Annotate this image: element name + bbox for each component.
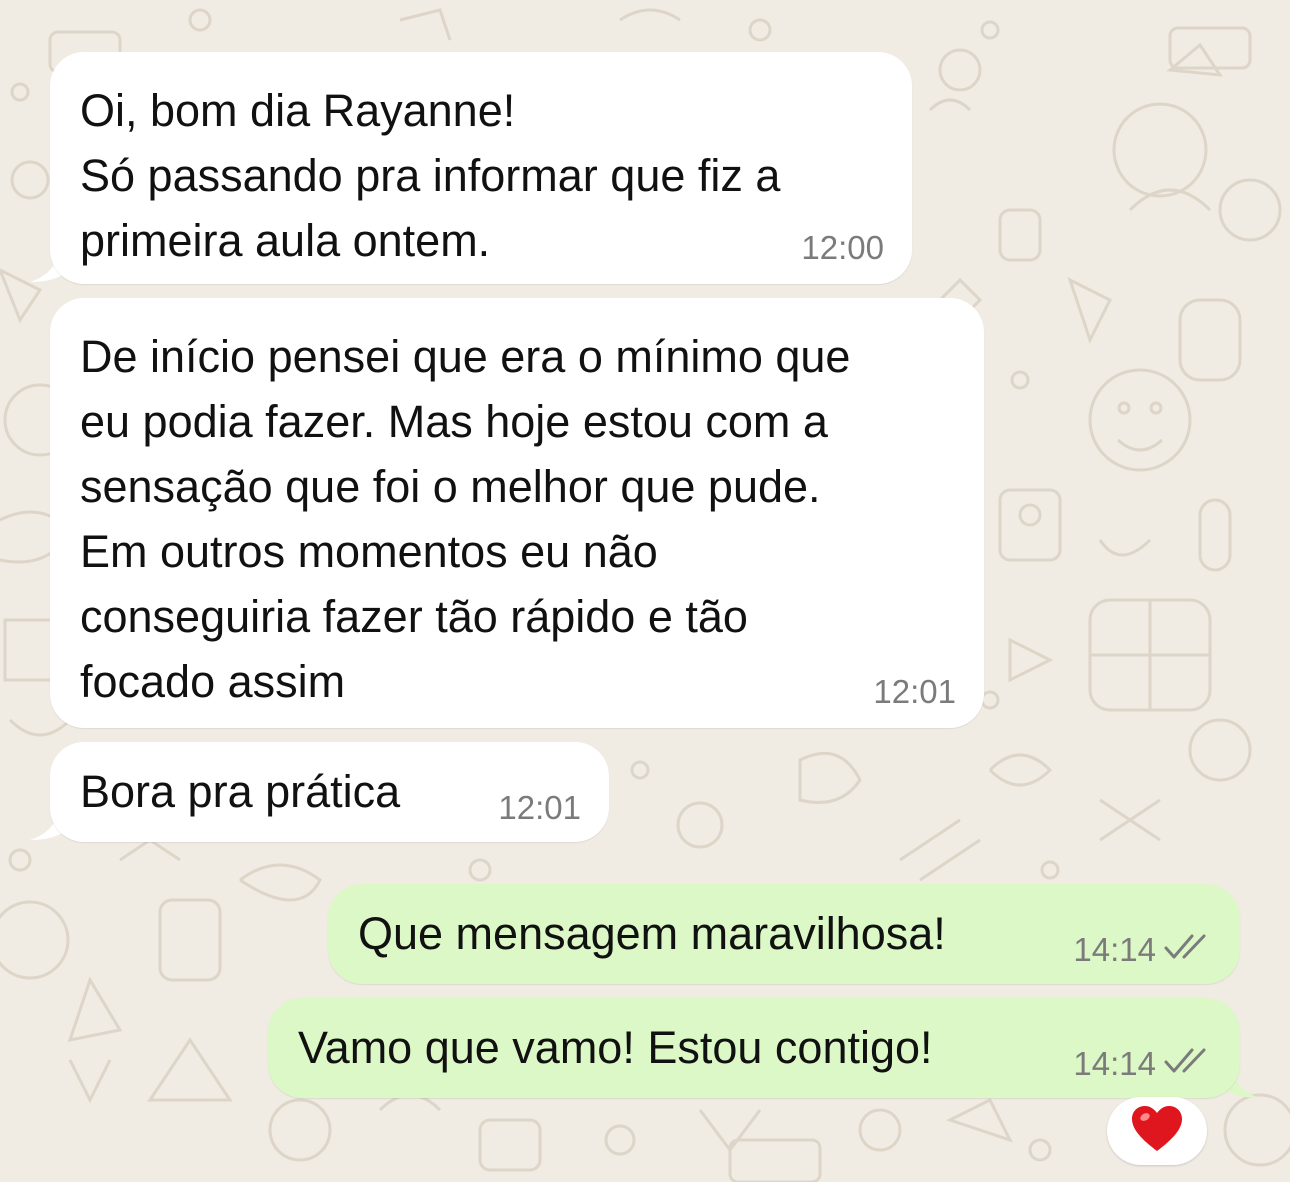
heart-icon <box>1131 1105 1183 1158</box>
outgoing-message-bubble[interactable]: Que mensagem maravilhosa! 14:14 <box>328 884 1240 984</box>
message-text: Bora pra prática <box>80 766 401 817</box>
message-meta: 14:14 <box>1073 1044 1212 1084</box>
incoming-message-bubble[interactable]: Bora pra prática 12:01 <box>50 742 609 842</box>
double-check-read-icon <box>1164 930 1212 970</box>
message-meta: 12:01 <box>873 672 956 712</box>
message-text: De início pensei que era o mínimo que eu… <box>80 331 851 707</box>
incoming-message-bubble[interactable]: Oi, bom dia Rayanne! Só passando pra inf… <box>50 52 912 284</box>
message-meta: 12:00 <box>801 228 884 268</box>
message-timestamp: 12:01 <box>873 673 956 710</box>
message-text: Vamo que vamo! Estou contigo! <box>298 1022 933 1073</box>
message-timestamp: 12:01 <box>498 789 581 826</box>
message-reaction[interactable] <box>1107 1097 1207 1165</box>
message-meta: 12:01 <box>498 788 581 828</box>
message-meta: 14:14 <box>1073 930 1212 970</box>
message-text: Que mensagem maravilhosa! <box>358 908 946 959</box>
outgoing-message-bubble[interactable]: Vamo que vamo! Estou contigo! 14:14 <box>268 998 1240 1098</box>
double-check-read-icon <box>1164 1044 1212 1084</box>
message-text: Oi, bom dia Rayanne! Só passando pra inf… <box>80 85 781 266</box>
message-timestamp: 14:14 <box>1073 1045 1156 1082</box>
message-timestamp: 14:14 <box>1073 931 1156 968</box>
message-timestamp: 12:00 <box>801 229 884 266</box>
incoming-message-bubble[interactable]: De início pensei que era o mínimo que eu… <box>50 298 984 728</box>
